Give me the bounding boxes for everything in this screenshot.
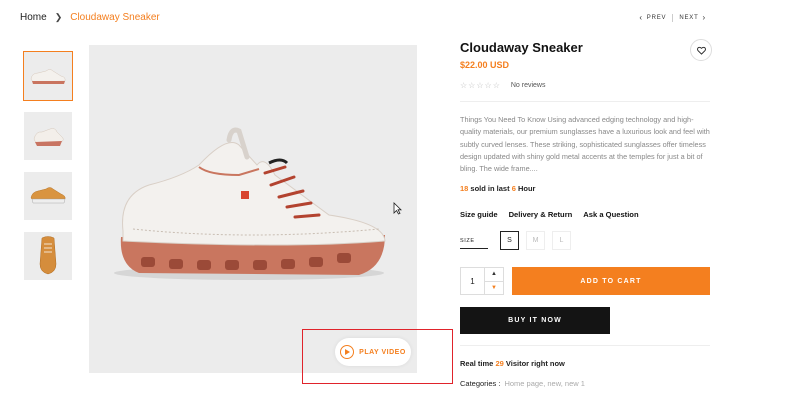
size-option-s[interactable]: S	[500, 231, 519, 250]
thumbnail-3[interactable]	[24, 172, 72, 220]
size-option-l[interactable]: L	[552, 231, 571, 250]
next-link[interactable]: NEXT	[679, 15, 698, 21]
chevron-left-icon: ‹	[639, 13, 643, 22]
sneaker-thumbnail-icon	[30, 187, 66, 204]
categories-label: Categories :	[460, 379, 501, 388]
review-count[interactable]: No reviews	[511, 82, 546, 89]
delivery-return-link[interactable]: Delivery & Return	[509, 210, 573, 219]
visitor-count: 29	[495, 359, 504, 368]
caret-down-icon: ▼	[491, 284, 497, 291]
breadcrumb-current: Cloudaway Sneaker	[70, 12, 160, 23]
sneaker-image-icon	[114, 127, 386, 280]
size-option-m[interactable]: M	[526, 231, 545, 250]
divider	[460, 101, 710, 102]
sold-counter: 18 sold in last 6 Hour	[460, 184, 535, 193]
sneaker-thumbnail-icon	[33, 128, 64, 146]
sold-text: sold in last	[468, 184, 512, 193]
ask-question-link[interactable]: Ask a Question	[583, 210, 638, 219]
highlight-box	[302, 329, 453, 384]
wishlist-button[interactable]	[690, 39, 712, 61]
quantity-decrease-button[interactable]: ▼	[485, 280, 503, 295]
size-label-underline	[460, 248, 488, 249]
sneaker-thumbnail-icon	[30, 69, 66, 84]
main-product-image[interactable]	[89, 45, 417, 373]
thumbnail-2[interactable]	[24, 112, 72, 160]
pager-divider	[672, 13, 674, 22]
size-label: SIZE	[460, 238, 475, 244]
visitor-prefix: Real time	[460, 359, 496, 368]
sneaker-thumbnail-icon	[39, 236, 57, 275]
product-description: Things You Need To Know Using advanced e…	[460, 115, 710, 174]
prev-link[interactable]: PREV	[647, 15, 667, 21]
caret-up-icon: ▲	[491, 271, 497, 278]
product-categories: Categories : Home page, new, new 1	[460, 379, 585, 388]
thumbnail-1[interactable]	[23, 51, 73, 101]
product-info-links: Size guide Delivery & Return Ask a Quest…	[460, 210, 650, 219]
quantity-input[interactable]: 1	[461, 268, 485, 294]
chevron-right-icon: ❯	[54, 12, 63, 22]
product-rating: ☆☆☆☆☆ No reviews	[460, 81, 545, 90]
thumbnail-4[interactable]	[24, 232, 72, 280]
size-guide-link[interactable]: Size guide	[460, 210, 498, 219]
divider	[460, 345, 710, 346]
buy-now-button[interactable]: BUY IT NOW	[460, 307, 610, 334]
mouse-cursor-icon	[393, 202, 402, 215]
product-pager: ‹ PREV NEXT ›	[635, 13, 710, 22]
visitor-counter: Real time 29 Visitor right now	[460, 359, 565, 368]
heart-icon	[696, 46, 706, 55]
product-price: $22.00 USD	[460, 60, 510, 70]
visitor-suffix: Visitor right now	[503, 359, 565, 368]
add-to-cart-button[interactable]: ADD TO CART	[512, 267, 710, 295]
breadcrumb-home-link[interactable]: Home	[20, 12, 47, 23]
sold-text-end: Hour	[515, 184, 536, 193]
product-title: Cloudaway Sneaker	[460, 40, 583, 55]
star-rating-icon: ☆☆☆☆☆	[460, 81, 501, 90]
quantity-increase-button[interactable]: ▲	[485, 268, 503, 281]
categories-value[interactable]: Home page, new, new 1	[504, 379, 584, 388]
chevron-right-icon: ›	[702, 13, 706, 22]
breadcrumb: Home ❯ Cloudaway Sneaker	[20, 12, 160, 23]
quantity-stepper: 1 ▲ ▼	[460, 267, 504, 295]
